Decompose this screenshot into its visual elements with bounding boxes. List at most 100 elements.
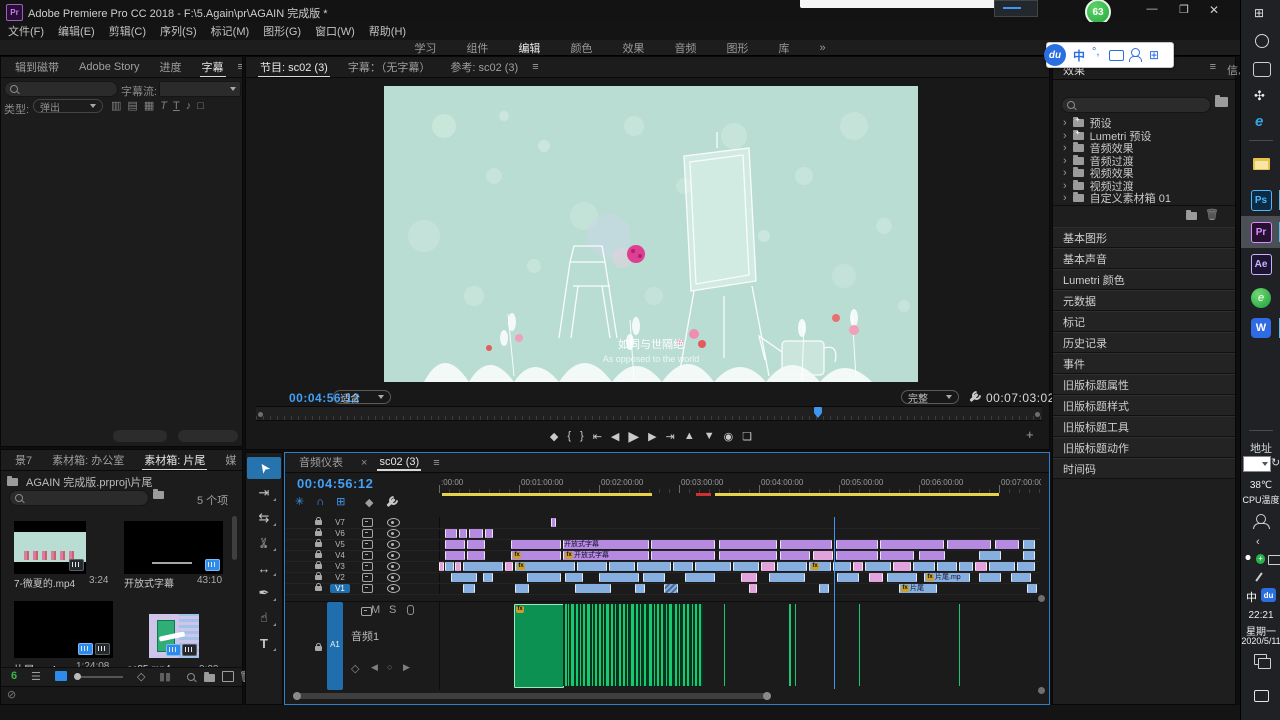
timeline-tab[interactable]: sc02 (3) [369,453,429,472]
timeline-clip[interactable] [445,529,457,538]
baidu-ime-tray-icon[interactable]: du [1261,588,1276,602]
menu-item[interactable]: 文件(F) [8,23,44,39]
address-refresh-icon[interactable]: ↻ [1271,456,1280,469]
track-lock-icon[interactable] [315,643,322,651]
bin-item-2-name[interactable]: 开放式字幕 [124,575,174,590]
cortana-icon[interactable] [1255,34,1269,48]
delete-icon[interactable]: 🗑 [1205,208,1219,221]
timeline-clip[interactable] [455,562,461,571]
timeline-clip[interactable] [777,562,807,571]
type-tool[interactable]: T [247,632,281,654]
workspace-tab[interactable]: 学习 [414,40,436,56]
collapsed-panel-旧版标题动作[interactable]: 旧版标题动作 [1053,437,1235,458]
track-name[interactable]: V2 [330,573,350,582]
timeline-clip[interactable]: 开放式字幕 [563,540,649,549]
automate-to-sequence-icon[interactable]: ▮▮ [159,670,171,683]
timeline-clip[interactable] [893,562,911,571]
workspace-tab[interactable]: 编辑 [518,40,540,56]
timeline-clip[interactable] [819,584,829,593]
marker-icon[interactable]: ◆ [365,496,373,509]
timeline-clip[interactable] [651,540,715,549]
mark-in-icon[interactable]: { [567,430,571,442]
minimize-button[interactable]: — [1140,3,1164,15]
timeline-clip[interactable] [643,573,665,582]
bin-search-input[interactable] [9,490,149,506]
timeline-h-scrollbar[interactable] [293,692,1033,700]
collapsed-panel-元数据[interactable]: 元数据 [1053,290,1235,311]
timeline-clip[interactable] [577,562,607,571]
timeline-clip[interactable] [813,551,833,560]
track-lock-icon[interactable] [315,550,322,558]
taskbar-app-after-effects[interactable]: Ae [1241,248,1280,280]
track-lock-icon[interactable] [315,561,322,569]
extract-icon[interactable]: ▼ [704,430,715,442]
timeline-clip[interactable] [445,562,454,571]
collapsed-panel-时间码[interactable]: 时间码 [1053,458,1235,479]
sync-lock-icon[interactable] [362,529,373,538]
timeline-clip[interactable] [511,540,561,549]
collapsed-panel-标记[interactable]: 标记 [1053,311,1235,332]
track-select-forward-tool[interactable]: ⇥ [247,482,281,504]
mute-button[interactable]: M [371,604,380,616]
after-effects-app-icon[interactable]: Ae [1250,253,1272,275]
ime-keyboard-icon[interactable] [1109,50,1124,61]
timeline-clip[interactable] [685,573,715,582]
folder-up-icon[interactable] [7,476,18,486]
bin-item-4-thumb[interactable] [149,614,199,658]
monitor-playhead[interactable] [814,407,822,420]
timeline-clip[interactable] [445,551,465,560]
step-forward-icon[interactable]: ▶ [648,430,656,443]
restore-button[interactable]: ❐ [1172,3,1196,16]
menu-item[interactable]: 编辑(E) [58,23,95,39]
panel-tab[interactable]: 景7 [5,450,42,470]
qq-tray-icon[interactable] [1243,554,1253,564]
timeline-clip[interactable] [853,562,863,571]
timeline-clip[interactable] [761,562,775,571]
track-output-icon[interactable] [387,573,400,582]
ime-mode-chinese[interactable]: 中 [1073,47,1085,64]
caption-block-right-icon[interactable]: ▦ [144,99,154,112]
browser-360-icon[interactable]: e [1251,288,1271,308]
timeline-clip[interactable] [769,573,805,582]
track-output-icon[interactable] [387,562,400,571]
bin-item-1-name[interactable]: 7-微夏的.mp4 [14,575,75,590]
video-clips-lane-V1[interactable]: fx 片尾 [439,583,1041,595]
timeline-clip[interactable] [837,573,859,582]
timeline-clip[interactable] [947,540,991,549]
panel-tab[interactable]: 素材箱: 办公室 [42,450,134,470]
audio-track-name[interactable]: 音频1 [351,628,379,644]
sync-lock-icon[interactable] [362,562,373,571]
step-back-icon[interactable]: ◀ [611,430,619,443]
caption-type-select[interactable]: 弹出 [33,99,103,114]
workspace-tab[interactable]: 颜色 [570,40,592,56]
timeline-clip[interactable] [719,551,777,560]
timeline-ruler[interactable]: :00:00 00:01:00:00 00:02:00:00 00:03:00:00 0… [439,477,1041,493]
track-lock-icon[interactable] [315,572,322,580]
zoom-level-select[interactable]: 适合 [333,390,391,405]
timeline-clip[interactable] [989,562,1015,571]
panel-tab[interactable]: 素材箱: 片尾 [134,450,215,470]
timeline-clip[interactable] [483,573,493,582]
timeline-clip[interactable] [515,584,529,593]
button-editor-icon[interactable]: + [1026,427,1034,442]
track-output-icon[interactable] [387,518,400,527]
sync-lock-icon[interactable] [362,573,373,582]
timeline-content[interactable]: 开放式字幕 fx fx 开放式字幕 fx fx fx 片尾.mp fx 片尾 fx [439,517,1041,689]
effects-tree-item[interactable]: › 自定义素材箱 01 [1053,192,1235,205]
icon-view-icon[interactable] [55,671,67,681]
timeline-tab[interactable]: 音频仪表 [289,453,353,472]
photoshop-app-icon[interactable]: Ps [1250,189,1272,211]
voiceover-record-icon[interactable] [407,605,414,615]
timeline-clip[interactable]: fx [515,562,575,571]
bin-item-1-thumb[interactable] [14,521,86,574]
timeline-clip[interactable] [637,562,671,571]
premiere-app-icon[interactable]: Pr [1250,221,1272,243]
track-lock-icon[interactable] [315,583,322,591]
safe-tray-icon[interactable]: + [1255,554,1266,564]
panel-tab[interactable]: 辑到磁带 [5,57,69,77]
track-output-icon[interactable] [387,551,400,560]
panel-tab[interactable]: 字幕 [192,57,234,77]
new-bin-icon[interactable] [204,672,215,682]
slip-tool[interactable]: ↔ [247,557,281,579]
sync-lock-icon[interactable] [362,584,373,593]
